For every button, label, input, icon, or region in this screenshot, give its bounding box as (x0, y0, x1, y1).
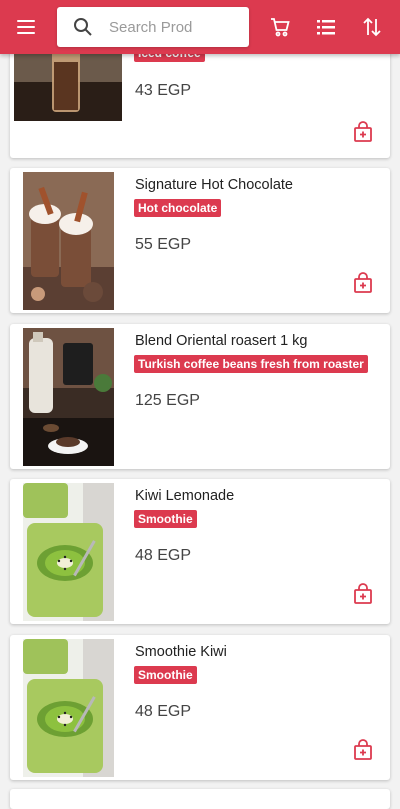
product-card[interactable]: Signature Hot Chocolate Hot chocolate 55… (10, 168, 390, 313)
product-name: Blend Oriental roasert 1 kg (135, 333, 308, 349)
product-tag: Turkish coffee beans fresh from roaster (134, 355, 368, 373)
product-name: Smoothie Kiwi (135, 644, 227, 660)
search-input[interactable] (109, 15, 193, 39)
product-image (23, 328, 114, 466)
product-card[interactable]: Smoothie Kiwi Smoothie 48 EGP (10, 635, 390, 780)
add-to-cart-icon[interactable] (351, 120, 375, 144)
sort-icon[interactable] (358, 13, 386, 41)
product-price: 48 EGP (135, 547, 192, 564)
shopping-cart-icon[interactable] (266, 13, 294, 41)
product-price: 125 EGP (135, 392, 200, 409)
product-price: 55 EGP (135, 236, 192, 253)
product-name: Kiwi Lemonade (135, 488, 235, 504)
product-card[interactable] (10, 789, 390, 809)
product-image (23, 483, 114, 621)
add-to-cart-icon[interactable] (351, 271, 375, 295)
add-to-cart-icon[interactable] (351, 582, 375, 606)
product-card[interactable]: Kiwi Lemonade Smoothie 48 EGP (10, 479, 390, 624)
product-name: Signature Hot Chocolate (135, 177, 293, 193)
product-image (23, 639, 114, 777)
product-tag: Hot chocolate (134, 199, 222, 217)
product-tag: Smoothie (134, 510, 197, 528)
product-price: 48 EGP (135, 703, 192, 720)
product-card[interactable]: Blend Oriental roasert 1 kg Turkish coff… (10, 324, 390, 469)
search-box[interactable] (57, 7, 249, 47)
search-icon (74, 18, 92, 36)
add-to-cart-icon[interactable] (351, 738, 375, 762)
product-list: Iced coffee 43 EGP (0, 0, 400, 809)
product-image (23, 172, 114, 310)
product-tag: Smoothie (134, 666, 197, 684)
product-price: 43 EGP (135, 82, 192, 99)
app-bar (0, 0, 400, 54)
menu-icon[interactable] (12, 13, 40, 41)
list-view-icon[interactable] (312, 13, 340, 41)
